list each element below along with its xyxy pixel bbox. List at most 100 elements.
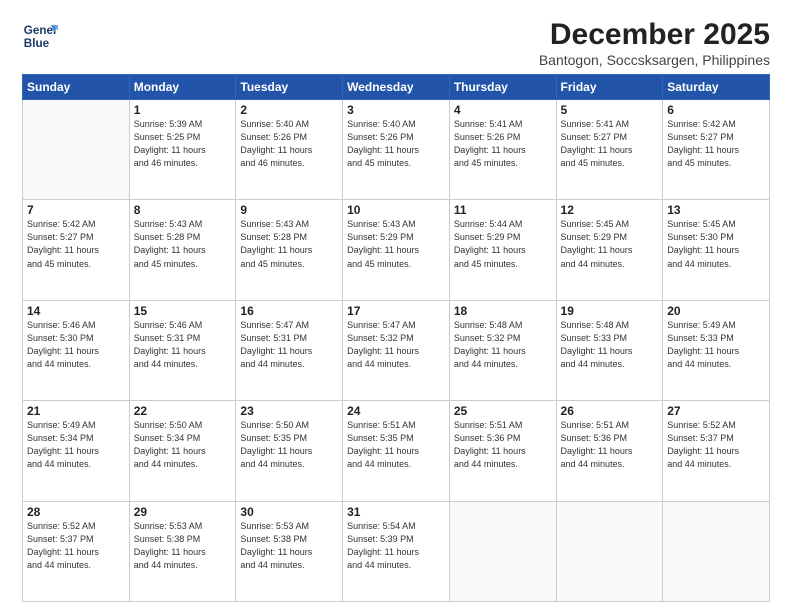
day-number: 2	[240, 103, 338, 117]
day-info: Sunrise: 5:48 AMSunset: 5:33 PMDaylight:…	[561, 319, 659, 371]
table-row: 1Sunrise: 5:39 AMSunset: 5:25 PMDaylight…	[129, 100, 236, 200]
table-row: 26Sunrise: 5:51 AMSunset: 5:36 PMDayligh…	[556, 401, 663, 501]
table-row: 6Sunrise: 5:42 AMSunset: 5:27 PMDaylight…	[663, 100, 770, 200]
table-row: 20Sunrise: 5:49 AMSunset: 5:33 PMDayligh…	[663, 300, 770, 400]
month-title: December 2025	[539, 18, 770, 52]
day-info: Sunrise: 5:53 AMSunset: 5:38 PMDaylight:…	[134, 520, 232, 572]
calendar-week-row: 21Sunrise: 5:49 AMSunset: 5:34 PMDayligh…	[23, 401, 770, 501]
day-number: 13	[667, 203, 765, 217]
calendar-week-row: 1Sunrise: 5:39 AMSunset: 5:25 PMDaylight…	[23, 100, 770, 200]
day-info: Sunrise: 5:46 AMSunset: 5:31 PMDaylight:…	[134, 319, 232, 371]
day-number: 25	[454, 404, 552, 418]
day-info: Sunrise: 5:49 AMSunset: 5:34 PMDaylight:…	[27, 419, 125, 471]
table-row: 29Sunrise: 5:53 AMSunset: 5:38 PMDayligh…	[129, 501, 236, 601]
day-info: Sunrise: 5:54 AMSunset: 5:39 PMDaylight:…	[347, 520, 445, 572]
day-info: Sunrise: 5:41 AMSunset: 5:26 PMDaylight:…	[454, 118, 552, 170]
table-row: 2Sunrise: 5:40 AMSunset: 5:26 PMDaylight…	[236, 100, 343, 200]
table-row: 21Sunrise: 5:49 AMSunset: 5:34 PMDayligh…	[23, 401, 130, 501]
calendar-week-row: 7Sunrise: 5:42 AMSunset: 5:27 PMDaylight…	[23, 200, 770, 300]
day-info: Sunrise: 5:49 AMSunset: 5:33 PMDaylight:…	[667, 319, 765, 371]
table-row: 19Sunrise: 5:48 AMSunset: 5:33 PMDayligh…	[556, 300, 663, 400]
day-number: 26	[561, 404, 659, 418]
day-number: 12	[561, 203, 659, 217]
day-info: Sunrise: 5:40 AMSunset: 5:26 PMDaylight:…	[240, 118, 338, 170]
table-row	[556, 501, 663, 601]
day-number: 4	[454, 103, 552, 117]
table-row: 25Sunrise: 5:51 AMSunset: 5:36 PMDayligh…	[449, 401, 556, 501]
table-row: 16Sunrise: 5:47 AMSunset: 5:31 PMDayligh…	[236, 300, 343, 400]
calendar-table: Sunday Monday Tuesday Wednesday Thursday…	[22, 74, 770, 602]
day-number: 8	[134, 203, 232, 217]
day-number: 7	[27, 203, 125, 217]
day-number: 16	[240, 304, 338, 318]
table-row	[449, 501, 556, 601]
day-info: Sunrise: 5:47 AMSunset: 5:32 PMDaylight:…	[347, 319, 445, 371]
day-number: 5	[561, 103, 659, 117]
logo: General Blue	[22, 18, 58, 54]
day-number: 9	[240, 203, 338, 217]
calendar-header-row: Sunday Monday Tuesday Wednesday Thursday…	[23, 75, 770, 100]
table-row: 12Sunrise: 5:45 AMSunset: 5:29 PMDayligh…	[556, 200, 663, 300]
day-info: Sunrise: 5:52 AMSunset: 5:37 PMDaylight:…	[667, 419, 765, 471]
page: General Blue December 2025 Bantogon, Soc…	[0, 0, 792, 612]
day-info: Sunrise: 5:53 AMSunset: 5:38 PMDaylight:…	[240, 520, 338, 572]
day-info: Sunrise: 5:44 AMSunset: 5:29 PMDaylight:…	[454, 218, 552, 270]
calendar-week-row: 14Sunrise: 5:46 AMSunset: 5:30 PMDayligh…	[23, 300, 770, 400]
col-friday: Friday	[556, 75, 663, 100]
day-info: Sunrise: 5:40 AMSunset: 5:26 PMDaylight:…	[347, 118, 445, 170]
col-monday: Monday	[129, 75, 236, 100]
day-number: 21	[27, 404, 125, 418]
header: General Blue December 2025 Bantogon, Soc…	[22, 18, 770, 68]
day-number: 28	[27, 505, 125, 519]
calendar-week-row: 28Sunrise: 5:52 AMSunset: 5:37 PMDayligh…	[23, 501, 770, 601]
table-row: 30Sunrise: 5:53 AMSunset: 5:38 PMDayligh…	[236, 501, 343, 601]
table-row: 22Sunrise: 5:50 AMSunset: 5:34 PMDayligh…	[129, 401, 236, 501]
table-row: 13Sunrise: 5:45 AMSunset: 5:30 PMDayligh…	[663, 200, 770, 300]
title-section: December 2025 Bantogon, Soccsksargen, Ph…	[539, 18, 770, 68]
table-row	[23, 100, 130, 200]
day-number: 20	[667, 304, 765, 318]
day-number: 27	[667, 404, 765, 418]
day-info: Sunrise: 5:43 AMSunset: 5:29 PMDaylight:…	[347, 218, 445, 270]
svg-text:Blue: Blue	[24, 37, 50, 50]
col-sunday: Sunday	[23, 75, 130, 100]
day-number: 24	[347, 404, 445, 418]
day-number: 23	[240, 404, 338, 418]
day-number: 1	[134, 103, 232, 117]
day-info: Sunrise: 5:51 AMSunset: 5:36 PMDaylight:…	[561, 419, 659, 471]
day-info: Sunrise: 5:50 AMSunset: 5:34 PMDaylight:…	[134, 419, 232, 471]
table-row: 11Sunrise: 5:44 AMSunset: 5:29 PMDayligh…	[449, 200, 556, 300]
day-number: 14	[27, 304, 125, 318]
col-wednesday: Wednesday	[343, 75, 450, 100]
day-info: Sunrise: 5:41 AMSunset: 5:27 PMDaylight:…	[561, 118, 659, 170]
table-row: 17Sunrise: 5:47 AMSunset: 5:32 PMDayligh…	[343, 300, 450, 400]
day-info: Sunrise: 5:51 AMSunset: 5:36 PMDaylight:…	[454, 419, 552, 471]
day-number: 30	[240, 505, 338, 519]
table-row: 27Sunrise: 5:52 AMSunset: 5:37 PMDayligh…	[663, 401, 770, 501]
day-number: 19	[561, 304, 659, 318]
day-number: 6	[667, 103, 765, 117]
day-number: 11	[454, 203, 552, 217]
table-row: 14Sunrise: 5:46 AMSunset: 5:30 PMDayligh…	[23, 300, 130, 400]
day-info: Sunrise: 5:46 AMSunset: 5:30 PMDaylight:…	[27, 319, 125, 371]
day-number: 3	[347, 103, 445, 117]
day-number: 10	[347, 203, 445, 217]
table-row	[663, 501, 770, 601]
day-info: Sunrise: 5:50 AMSunset: 5:35 PMDaylight:…	[240, 419, 338, 471]
day-number: 29	[134, 505, 232, 519]
table-row: 31Sunrise: 5:54 AMSunset: 5:39 PMDayligh…	[343, 501, 450, 601]
table-row: 15Sunrise: 5:46 AMSunset: 5:31 PMDayligh…	[129, 300, 236, 400]
day-number: 22	[134, 404, 232, 418]
logo-icon: General Blue	[22, 18, 58, 54]
col-tuesday: Tuesday	[236, 75, 343, 100]
day-info: Sunrise: 5:51 AMSunset: 5:35 PMDaylight:…	[347, 419, 445, 471]
day-info: Sunrise: 5:47 AMSunset: 5:31 PMDaylight:…	[240, 319, 338, 371]
col-saturday: Saturday	[663, 75, 770, 100]
table-row: 7Sunrise: 5:42 AMSunset: 5:27 PMDaylight…	[23, 200, 130, 300]
table-row: 3Sunrise: 5:40 AMSunset: 5:26 PMDaylight…	[343, 100, 450, 200]
day-info: Sunrise: 5:43 AMSunset: 5:28 PMDaylight:…	[134, 218, 232, 270]
table-row: 18Sunrise: 5:48 AMSunset: 5:32 PMDayligh…	[449, 300, 556, 400]
table-row: 4Sunrise: 5:41 AMSunset: 5:26 PMDaylight…	[449, 100, 556, 200]
day-info: Sunrise: 5:42 AMSunset: 5:27 PMDaylight:…	[27, 218, 125, 270]
day-info: Sunrise: 5:43 AMSunset: 5:28 PMDaylight:…	[240, 218, 338, 270]
